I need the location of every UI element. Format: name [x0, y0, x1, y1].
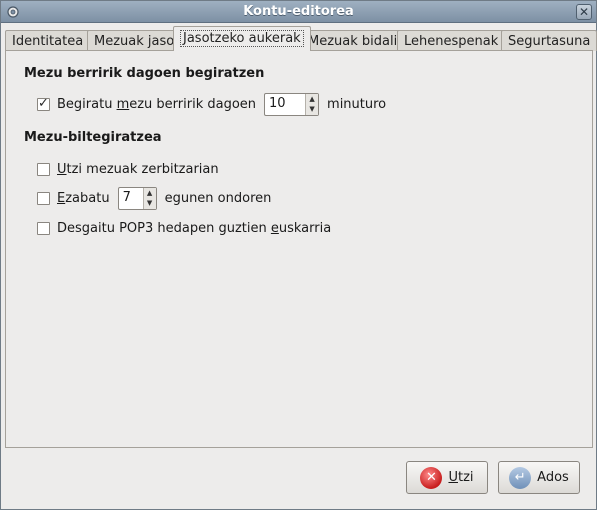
disable-pop3-checkbox[interactable]	[37, 221, 50, 235]
delete-after-row: Ezabatu 7 ▲ ▼ egunen ondoren	[37, 186, 272, 210]
check-interval-value[interactable]: 10	[265, 94, 305, 115]
spin-down-icon[interactable]: ▼	[306, 104, 318, 115]
leave-on-server-row: Utzi mezuak zerbitzarian	[37, 158, 219, 180]
leave-on-server-label[interactable]: Utzi mezuak zerbitzarian	[57, 162, 219, 177]
check-new-mail-checkbox[interactable]	[37, 96, 50, 111]
ok-button-label: Ados	[537, 470, 569, 485]
tab-mezuak-bidali[interactable]: Mezuak bidali	[301, 30, 405, 51]
delete-after-label[interactable]: Ezabatu	[57, 191, 110, 206]
ok-button[interactable]: ↵ Ados	[498, 461, 580, 494]
interval-unit-label: minuturo	[327, 96, 387, 112]
disable-pop3-row: Desgaitu POP3 hedapen guztien euskarria	[37, 217, 331, 239]
check-new-mail-label[interactable]: Begiratu mezu berririk dagoen	[57, 97, 256, 112]
tab-segurtasuna[interactable]: Segurtasuna	[501, 30, 597, 51]
leave-on-server-checkbox[interactable]	[37, 162, 50, 176]
spin-up-icon[interactable]: ▲	[144, 188, 156, 199]
tab-bar: Identitatea Mezuak jaso Jasotzeko aukera…	[5, 26, 597, 51]
section-title-check: Mezu berririk dagoen begiratzen	[24, 66, 265, 81]
delete-days-suffix: egunen ondoren	[164, 190, 272, 206]
delete-after-checkbox[interactable]	[37, 191, 50, 205]
close-icon[interactable]: ✕	[576, 4, 592, 20]
account-editor-window: Kontu-editorea ✕ Identitatea Mezuak jaso…	[0, 0, 597, 510]
spin-up-icon[interactable]: ▲	[306, 94, 318, 105]
tab-panel: Mezu berririk dagoen begiratzen Begiratu…	[5, 50, 593, 448]
apply-arrow-icon: ↵	[509, 466, 532, 489]
delete-days-value[interactable]: 7	[119, 188, 143, 209]
check-interval-spinner[interactable]: 10 ▲ ▼	[264, 92, 320, 116]
window-title: Kontu-editorea	[243, 4, 354, 19]
cancel-button[interactable]: ✕ Utzi	[406, 461, 488, 494]
spin-down-icon[interactable]: ▼	[144, 198, 156, 209]
disable-pop3-label[interactable]: Desgaitu POP3 hedapen guztien euskarria	[57, 221, 331, 236]
check-new-mail-row: Begiratu mezu berririk dagoen 10 ▲ ▼ min…	[37, 92, 387, 116]
section-title-storage: Mezu-biltegiratzea	[24, 130, 162, 145]
tab-jasotzeko-aukerak[interactable]: Jasotzeko aukerak	[173, 26, 311, 51]
tab-lehenespenak[interactable]: Lehenespenak	[397, 30, 506, 51]
tab-identitatea[interactable]: Identitatea	[5, 30, 91, 51]
tab-mezuak-jaso[interactable]: Mezuak jaso	[87, 30, 182, 51]
titlebar[interactable]: Kontu-editorea ✕	[1, 1, 596, 23]
cancel-icon: ✕	[420, 466, 443, 489]
delete-days-spinner[interactable]: 7 ▲ ▼	[117, 186, 157, 210]
